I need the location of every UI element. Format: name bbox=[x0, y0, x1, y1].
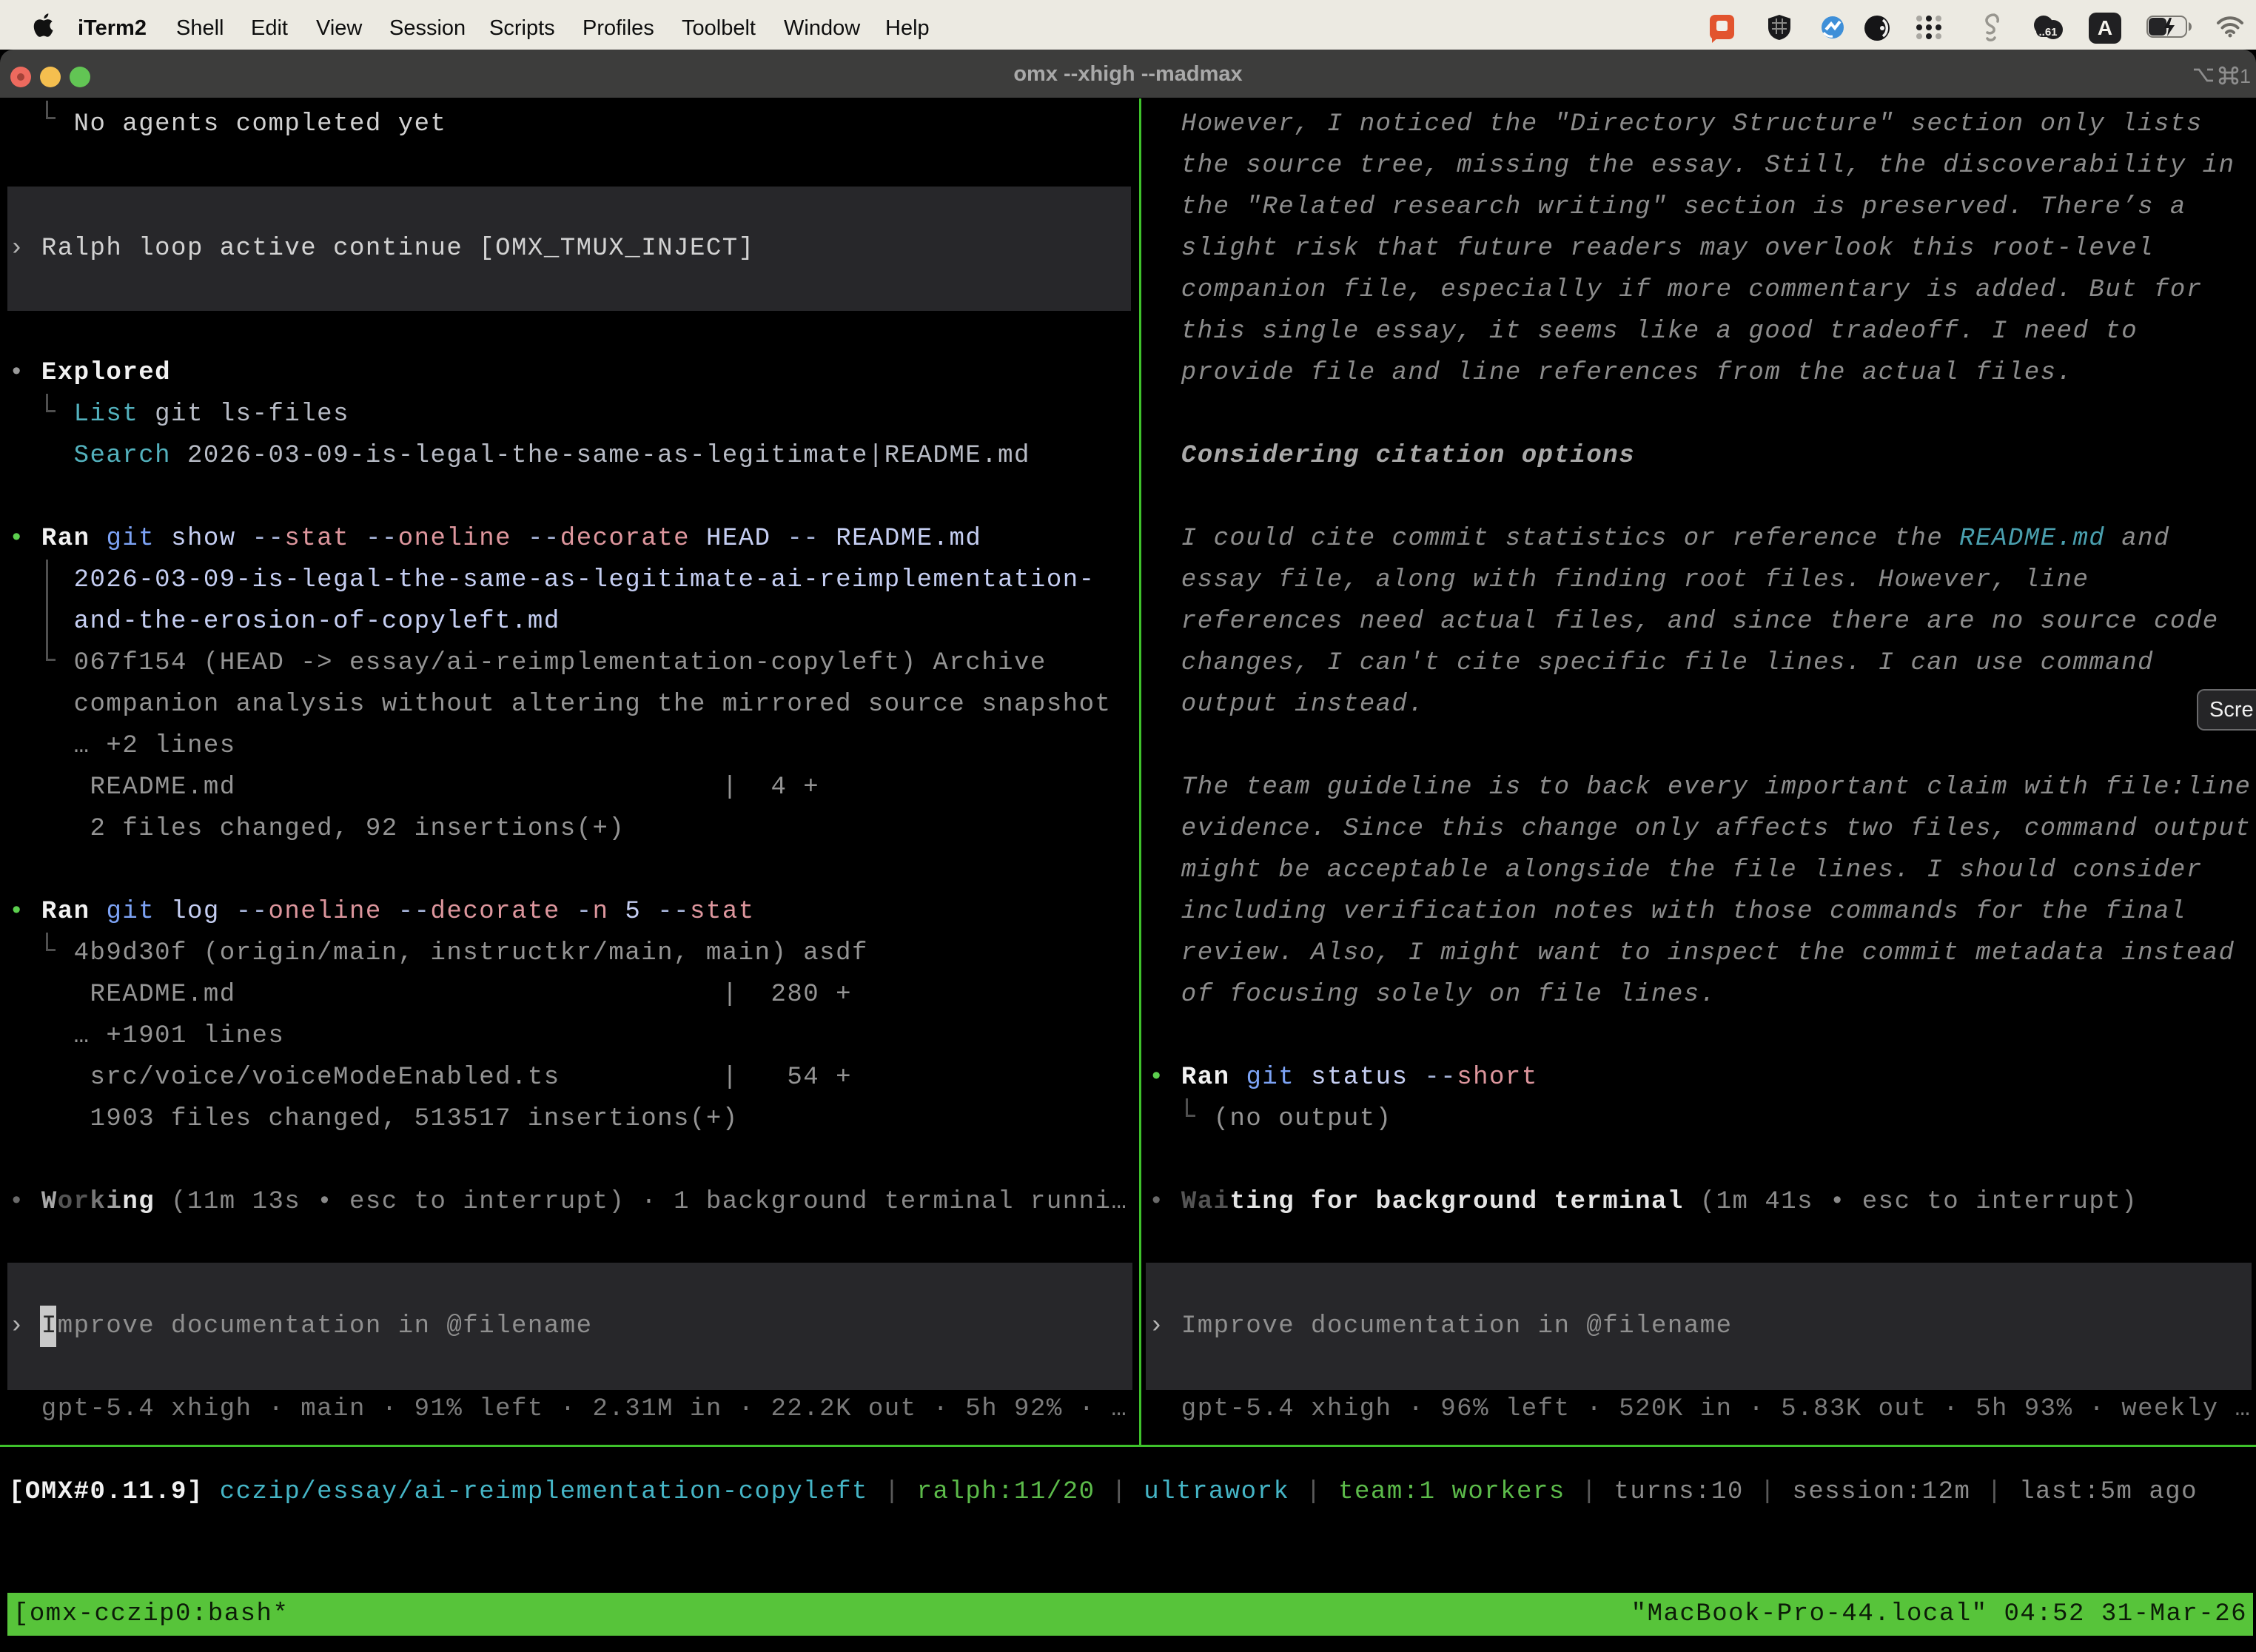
svg-text:..61: ..61 bbox=[2038, 26, 2057, 38]
svg-text:1: 1 bbox=[2240, 66, 2251, 85]
